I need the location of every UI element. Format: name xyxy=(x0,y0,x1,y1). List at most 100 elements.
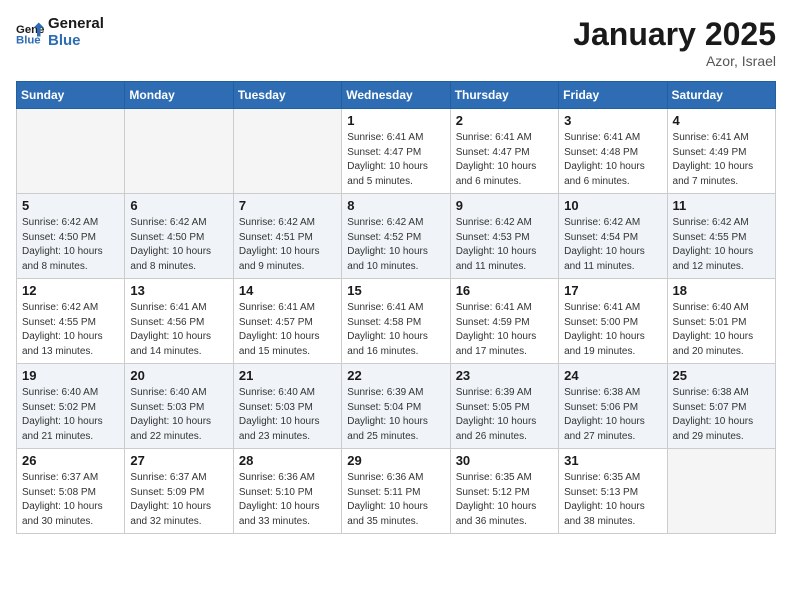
weekday-header: Thursday xyxy=(450,82,558,109)
calendar-cell: 25Sunrise: 6:38 AM Sunset: 5:07 PM Dayli… xyxy=(667,364,775,449)
day-number: 19 xyxy=(22,368,119,383)
day-info: Sunrise: 6:42 AM Sunset: 4:54 PM Dayligh… xyxy=(564,216,661,274)
day-number: 29 xyxy=(347,453,444,468)
weekday-header: Friday xyxy=(559,82,667,109)
weekday-header: Monday xyxy=(125,82,233,109)
day-info: Sunrise: 6:41 AM Sunset: 4:59 PM Dayligh… xyxy=(456,301,553,359)
logo-icon: General Blue xyxy=(16,19,44,47)
weekday-header-row: SundayMondayTuesdayWednesdayThursdayFrid… xyxy=(17,82,776,109)
calendar-cell: 14Sunrise: 6:41 AM Sunset: 4:57 PM Dayli… xyxy=(233,279,341,364)
calendar-week-row: 1 Sunrise: 6:41 AM Sunset: 4:47 PM Daylig… xyxy=(17,109,776,194)
day-number: 8 xyxy=(347,198,444,213)
day-info: Sunrise: 6:41 AM Sunset: 4:48 PM Dayligh… xyxy=(564,131,661,189)
calendar-cell: 15 Sunrise: 6:41 AM Sunset: 4:58 PM Dayli… xyxy=(342,279,450,364)
logo-blue: Blue xyxy=(48,33,104,50)
weekday-header: Tuesday xyxy=(233,82,341,109)
day-info: Sunrise: 6:42 AM Sunset: 4:55 PM Dayligh… xyxy=(673,216,770,274)
calendar-cell: 31Sunrise: 6:35 AM Sunset: 5:13 PM Dayli… xyxy=(559,449,667,534)
calendar-cell: 5 Sunrise: 6:42 AM Sunset: 4:50 PM Daylig… xyxy=(17,194,125,279)
logo: General Blue General Blue xyxy=(16,16,104,49)
day-info: Sunrise: 6:40 AM Sunset: 5:03 PM Dayligh… xyxy=(130,386,227,444)
day-info: Sunrise: 6:41 AM Sunset: 4:58 PM Dayligh… xyxy=(347,301,444,359)
day-info: Sunrise: 6:42 AM Sunset: 4:53 PM Dayligh… xyxy=(456,216,553,274)
day-info: Sunrise: 6:42 AM Sunset: 4:52 PM Dayligh… xyxy=(347,216,444,274)
day-info: Sunrise: 6:37 AM Sunset: 5:08 PM Dayligh… xyxy=(22,471,119,529)
svg-text:Blue: Blue xyxy=(16,34,41,46)
day-number: 11 xyxy=(673,198,770,213)
month-title: January 2025 xyxy=(573,16,776,53)
day-info: Sunrise: 6:40 AM Sunset: 5:03 PM Dayligh… xyxy=(239,386,336,444)
day-number: 26 xyxy=(22,453,119,468)
day-info: Sunrise: 6:38 AM Sunset: 5:07 PM Dayligh… xyxy=(673,386,770,444)
day-number: 3 xyxy=(564,113,661,128)
calendar-cell: 21 Sunrise: 6:40 AM Sunset: 5:03 PM Dayli… xyxy=(233,364,341,449)
calendar-cell: 7 Sunrise: 6:42 AM Sunset: 4:51 PM Daylig… xyxy=(233,194,341,279)
day-number: 20 xyxy=(130,368,227,383)
day-number: 10 xyxy=(564,198,661,213)
day-number: 15 xyxy=(347,283,444,298)
day-number: 13 xyxy=(130,283,227,298)
calendar-cell: 1 Sunrise: 6:41 AM Sunset: 4:47 PM Daylig… xyxy=(342,109,450,194)
calendar-cell: 8 Sunrise: 6:42 AM Sunset: 4:52 PM Daylig… xyxy=(342,194,450,279)
day-number: 6 xyxy=(130,198,227,213)
calendar-cell: 28 Sunrise: 6:36 AM Sunset: 5:10 PM Dayli… xyxy=(233,449,341,534)
calendar-cell: 13 Sunrise: 6:41 AM Sunset: 4:56 PM Dayli… xyxy=(125,279,233,364)
calendar-cell: 16 Sunrise: 6:41 AM Sunset: 4:59 PM Dayli… xyxy=(450,279,558,364)
day-info: Sunrise: 6:36 AM Sunset: 5:10 PM Dayligh… xyxy=(239,471,336,529)
day-number: 24 xyxy=(564,368,661,383)
day-info: Sunrise: 6:41 AM Sunset: 5:00 PM Dayligh… xyxy=(564,301,661,359)
calendar-cell: 10 Sunrise: 6:42 AM Sunset: 4:54 PM Dayli… xyxy=(559,194,667,279)
calendar-cell: 12 Sunrise: 6:42 AM Sunset: 4:55 PM Dayli… xyxy=(17,279,125,364)
calendar-cell: 29 Sunrise: 6:36 AM Sunset: 5:11 PM Dayli… xyxy=(342,449,450,534)
day-info: Sunrise: 6:35 AM Sunset: 5:13 PM Dayligh… xyxy=(564,471,661,529)
day-number: 9 xyxy=(456,198,553,213)
day-number: 21 xyxy=(239,368,336,383)
day-info: Sunrise: 6:37 AM Sunset: 5:09 PM Dayligh… xyxy=(130,471,227,529)
day-number: 1 xyxy=(347,113,444,128)
weekday-header: Sunday xyxy=(17,82,125,109)
day-number: 2 xyxy=(456,113,553,128)
day-number: 5 xyxy=(22,198,119,213)
day-info: Sunrise: 6:41 AM Sunset: 4:47 PM Dayligh… xyxy=(347,131,444,189)
day-info: Sunrise: 6:36 AM Sunset: 5:11 PM Dayligh… xyxy=(347,471,444,529)
day-info: Sunrise: 6:41 AM Sunset: 4:49 PM Dayligh… xyxy=(673,131,770,189)
calendar-cell: 24Sunrise: 6:38 AM Sunset: 5:06 PM Dayli… xyxy=(559,364,667,449)
day-info: Sunrise: 6:41 AM Sunset: 4:56 PM Dayligh… xyxy=(130,301,227,359)
day-number: 14 xyxy=(239,283,336,298)
day-info: Sunrise: 6:35 AM Sunset: 5:12 PM Dayligh… xyxy=(456,471,553,529)
day-number: 23 xyxy=(456,368,553,383)
day-info: Sunrise: 6:40 AM Sunset: 5:02 PM Dayligh… xyxy=(22,386,119,444)
weekday-header: Wednesday xyxy=(342,82,450,109)
logo-general: General xyxy=(48,16,104,33)
day-number: 16 xyxy=(456,283,553,298)
calendar-cell xyxy=(17,109,125,194)
calendar-cell: 26 Sunrise: 6:37 AM Sunset: 5:08 PM Dayli… xyxy=(17,449,125,534)
calendar-cell: 22Sunrise: 6:39 AM Sunset: 5:04 PM Dayli… xyxy=(342,364,450,449)
day-number: 22 xyxy=(347,368,444,383)
day-info: Sunrise: 6:42 AM Sunset: 4:51 PM Dayligh… xyxy=(239,216,336,274)
day-number: 7 xyxy=(239,198,336,213)
day-info: Sunrise: 6:42 AM Sunset: 4:55 PM Dayligh… xyxy=(22,301,119,359)
calendar-week-row: 26 Sunrise: 6:37 AM Sunset: 5:08 PM Dayli… xyxy=(17,449,776,534)
calendar-table: SundayMondayTuesdayWednesdayThursdayFrid… xyxy=(16,81,776,534)
day-number: 28 xyxy=(239,453,336,468)
day-number: 12 xyxy=(22,283,119,298)
day-number: 30 xyxy=(456,453,553,468)
page-header: General Blue General Blue January 2025 A… xyxy=(16,16,776,69)
calendar-cell: 9 Sunrise: 6:42 AM Sunset: 4:53 PM Daylig… xyxy=(450,194,558,279)
day-info: Sunrise: 6:42 AM Sunset: 4:50 PM Dayligh… xyxy=(22,216,119,274)
calendar-cell: 11 Sunrise: 6:42 AM Sunset: 4:55 PM Dayli… xyxy=(667,194,775,279)
weekday-header: Saturday xyxy=(667,82,775,109)
calendar-cell: 18Sunrise: 6:40 AM Sunset: 5:01 PM Dayli… xyxy=(667,279,775,364)
calendar-week-row: 5 Sunrise: 6:42 AM Sunset: 4:50 PM Daylig… xyxy=(17,194,776,279)
calendar-cell: 3 Sunrise: 6:41 AM Sunset: 4:48 PM Daylig… xyxy=(559,109,667,194)
calendar-cell xyxy=(233,109,341,194)
day-info: Sunrise: 6:39 AM Sunset: 5:05 PM Dayligh… xyxy=(456,386,553,444)
day-number: 27 xyxy=(130,453,227,468)
calendar-cell xyxy=(125,109,233,194)
day-info: Sunrise: 6:40 AM Sunset: 5:01 PM Dayligh… xyxy=(673,301,770,359)
calendar-week-row: 12 Sunrise: 6:42 AM Sunset: 4:55 PM Dayli… xyxy=(17,279,776,364)
calendar-cell: 6Sunrise: 6:42 AM Sunset: 4:50 PM Daylig… xyxy=(125,194,233,279)
calendar-cell: 20 Sunrise: 6:40 AM Sunset: 5:03 PM Dayli… xyxy=(125,364,233,449)
calendar-cell: 30 Sunrise: 6:35 AM Sunset: 5:12 PM Dayli… xyxy=(450,449,558,534)
